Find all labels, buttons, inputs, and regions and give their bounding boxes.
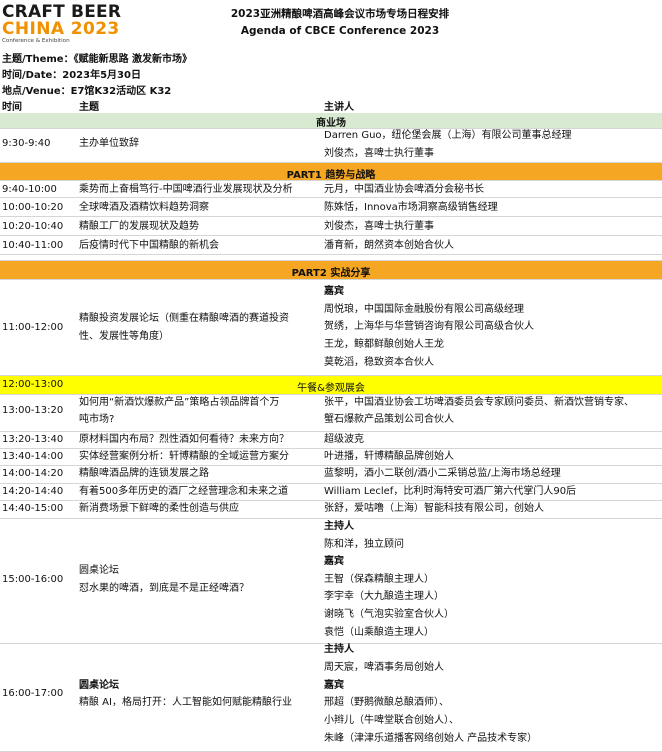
row-8-speaker-line-2: 蟹石爆款产品策划公司合伙人 <box>324 414 454 425</box>
logo-line-3: Conference & Exhibition <box>2 38 70 44</box>
row-1-time: 9:30-9:40 <box>2 138 51 149</box>
row-6-speaker-1: 周悦琅，中国国际金融股份有限公司高级经理 <box>324 304 524 315</box>
conference-logo: CRAFT BEER CHINA 2023 Conference & Exhib… <box>2 4 132 52</box>
title-en: Agenda of CBCE Conference 2023 <box>240 25 440 37</box>
row-6-guest-label: 嘉宾 <box>324 286 344 297</box>
row-4-topic: 精酿工厂的发展现状及趋势 <box>79 221 199 232</box>
row-15-host-label: 主持人 <box>324 644 354 655</box>
row-15-guest-3: 朱峰（津津乐道播客网络创始人 产品技术专家） <box>324 733 538 744</box>
row-5-time: 10:40-11:00 <box>2 240 64 251</box>
row-15-guest-1: 邢超（野鹅微酿总酿酒师）、 <box>324 697 449 708</box>
row-1-speaker-1: Darren Guo，纽伦堡会展（上海）有限公司董事总经理 <box>324 130 572 141</box>
row-12-topic: 有着500多年历史的酒厂之经营理念和未来之道 <box>79 486 289 497</box>
row-11-speaker: 蓝黎明，酒小二联创/酒小二采销总监/上海市场总经理 <box>324 468 561 479</box>
row-14-guest-3: 谢晓飞（气泡实验室合伙人） <box>324 609 454 620</box>
row-8-topic-line-2: 吨市场? <box>79 414 115 425</box>
row-14-guest-1: 王智（保森精酿主理人） <box>324 574 434 585</box>
row-11-topic: 精酿啤酒品牌的连锁发展之路 <box>79 468 209 479</box>
section-business-label: 商业场 <box>316 118 346 129</box>
row-8-time: 13:00-13:20 <box>2 405 64 416</box>
row-13-time: 14:40-15:00 <box>2 503 64 514</box>
section-part2-label: PART2 实战分享 <box>291 268 371 279</box>
row-6-time: 11:00-12:00 <box>2 322 64 333</box>
row-6-topic-line-1: 精酿投资发展论坛（侧重在精酿啤酒的赛道投资 <box>79 313 289 324</box>
row-3-topic: 全球啤酒及酒精饮料趋势洞察 <box>79 202 209 213</box>
row-15-guest-2: 小辫儿（牛啤堂联合创始人）、 <box>324 715 459 726</box>
row-6-speaker-3: 王龙，鲸都鲜酿创始人王龙 <box>324 339 444 350</box>
row-6-topic-line-2: 性、发展性等角度） <box>79 331 169 342</box>
row-10-speaker: 叶进播，轩博精酿品牌创始人 <box>324 451 454 462</box>
row-14-topic-line-2: 怼水果的啤酒，到底是不是正经啤酒？ <box>79 583 249 594</box>
venue-line: 地点/Venue：E7馆K32活动区 K32 <box>2 86 172 97</box>
row-15-time: 16:00-17:00 <box>2 688 64 699</box>
row-2-topic: 乘势而上奋楫笃行-中国啤酒行业发展现状及分析 <box>79 184 293 195</box>
row-14-topic-line-1: 圆桌论坛 <box>79 565 119 576</box>
row-13-topic: 新消费场景下鲜啤的柔性创造与供应 <box>79 503 239 514</box>
section-lunch-label: 午餐&参观展会 <box>297 383 365 394</box>
row-6-speaker-4: 莫乾滔，稳致资本合伙人 <box>324 357 434 368</box>
section-part1-label: PART1 趋势与战略 <box>286 170 376 181</box>
column-header-speaker: 主讲人 <box>324 102 354 113</box>
title-cn: 2023亚洲精酿啤酒高峰会议市场专场日程安排 <box>230 8 450 20</box>
row-10-topic: 实体经营案例分析：轩博精酿的全域运营方案分 <box>79 451 289 462</box>
row-5-speaker: 潘育新，朗然资本创始合伙人 <box>324 240 454 251</box>
row-14-host: 陈和洋，独立顾问 <box>324 539 404 550</box>
logo-line-2: CHINA 2023 <box>2 19 120 39</box>
row-14-guest-4: 袁恺（山乘酿造主理人） <box>324 627 434 638</box>
row-4-speaker: 刘俊杰，喜啤士执行董事 <box>324 221 434 232</box>
row-12-speaker: William Leclef，比利时海特安可酒厂第六代掌门人90后 <box>324 486 577 497</box>
row-10-time: 13:40-14:00 <box>2 451 64 462</box>
row-5-topic: 后疫情时代下中国精酿的新机会 <box>79 240 219 251</box>
row-12-time: 14:20-14:40 <box>2 486 64 497</box>
row-8-speaker-line-1: 张平，中国酒业协会工坊啤酒委员会专家顾问委员、新酒饮营销专家、 <box>324 397 634 408</box>
row-3-time: 10:00-10:20 <box>2 202 64 213</box>
row-15-topic-line-2: 精酿 AI，格局打开：人工智能如何赋能精酿行业 <box>79 697 292 708</box>
row-14-guest-2: 李宇幸（大九酿造主理人） <box>324 591 444 602</box>
row-8-topic-line-1: 如何用“新酒饮爆款产品”策略占领品牌首个万 <box>79 397 280 408</box>
date-line: 时间/Date：2023年5月30日 <box>2 70 141 81</box>
theme-line: 主题/Theme：《赋能新思路 激发新市场》 <box>2 54 193 65</box>
column-header-topic: 主题 <box>79 102 99 113</box>
row-3-speaker: 陈姝恬，Innova市场洞察高级销售经理 <box>324 202 498 213</box>
row-14-host-label: 主持人 <box>324 521 354 532</box>
row-15-topic-line-1: 圆桌论坛 <box>79 680 119 691</box>
row-14-guest-label: 嘉宾 <box>324 556 344 567</box>
row-11-time: 14:00-14:20 <box>2 468 64 479</box>
row-6-speaker-2: 贺绣，上海华与华营销咨询有限公司高级合伙人 <box>324 321 534 332</box>
row-9-time: 13:20-13:40 <box>2 434 64 445</box>
row-14-time: 15:00-16:00 <box>2 574 64 585</box>
row-1-speaker-2: 刘俊杰，喜啤士执行董事 <box>324 148 434 159</box>
row-9-speaker: 超级波克 <box>324 434 364 445</box>
row-2-time: 9:40-10:00 <box>2 184 57 195</box>
row-15-host: 周天宸，啤酒事务局创始人 <box>324 662 444 673</box>
row-13-speaker: 张舒，爱咕噜（上海）智能科技有限公司，创始人 <box>324 503 544 514</box>
row-1-topic: 主办单位致辞 <box>79 138 139 149</box>
column-header-time: 时间 <box>2 102 22 113</box>
row-15-guest-label: 嘉宾 <box>324 680 344 691</box>
row-9-topic: 原材料国内布局？烈性酒如何看待？未来方向？ <box>79 434 289 445</box>
row-2-speaker: 元月，中国酒业协会啤酒分会秘书长 <box>324 184 484 195</box>
row-4-time: 10:20-10:40 <box>2 221 64 232</box>
